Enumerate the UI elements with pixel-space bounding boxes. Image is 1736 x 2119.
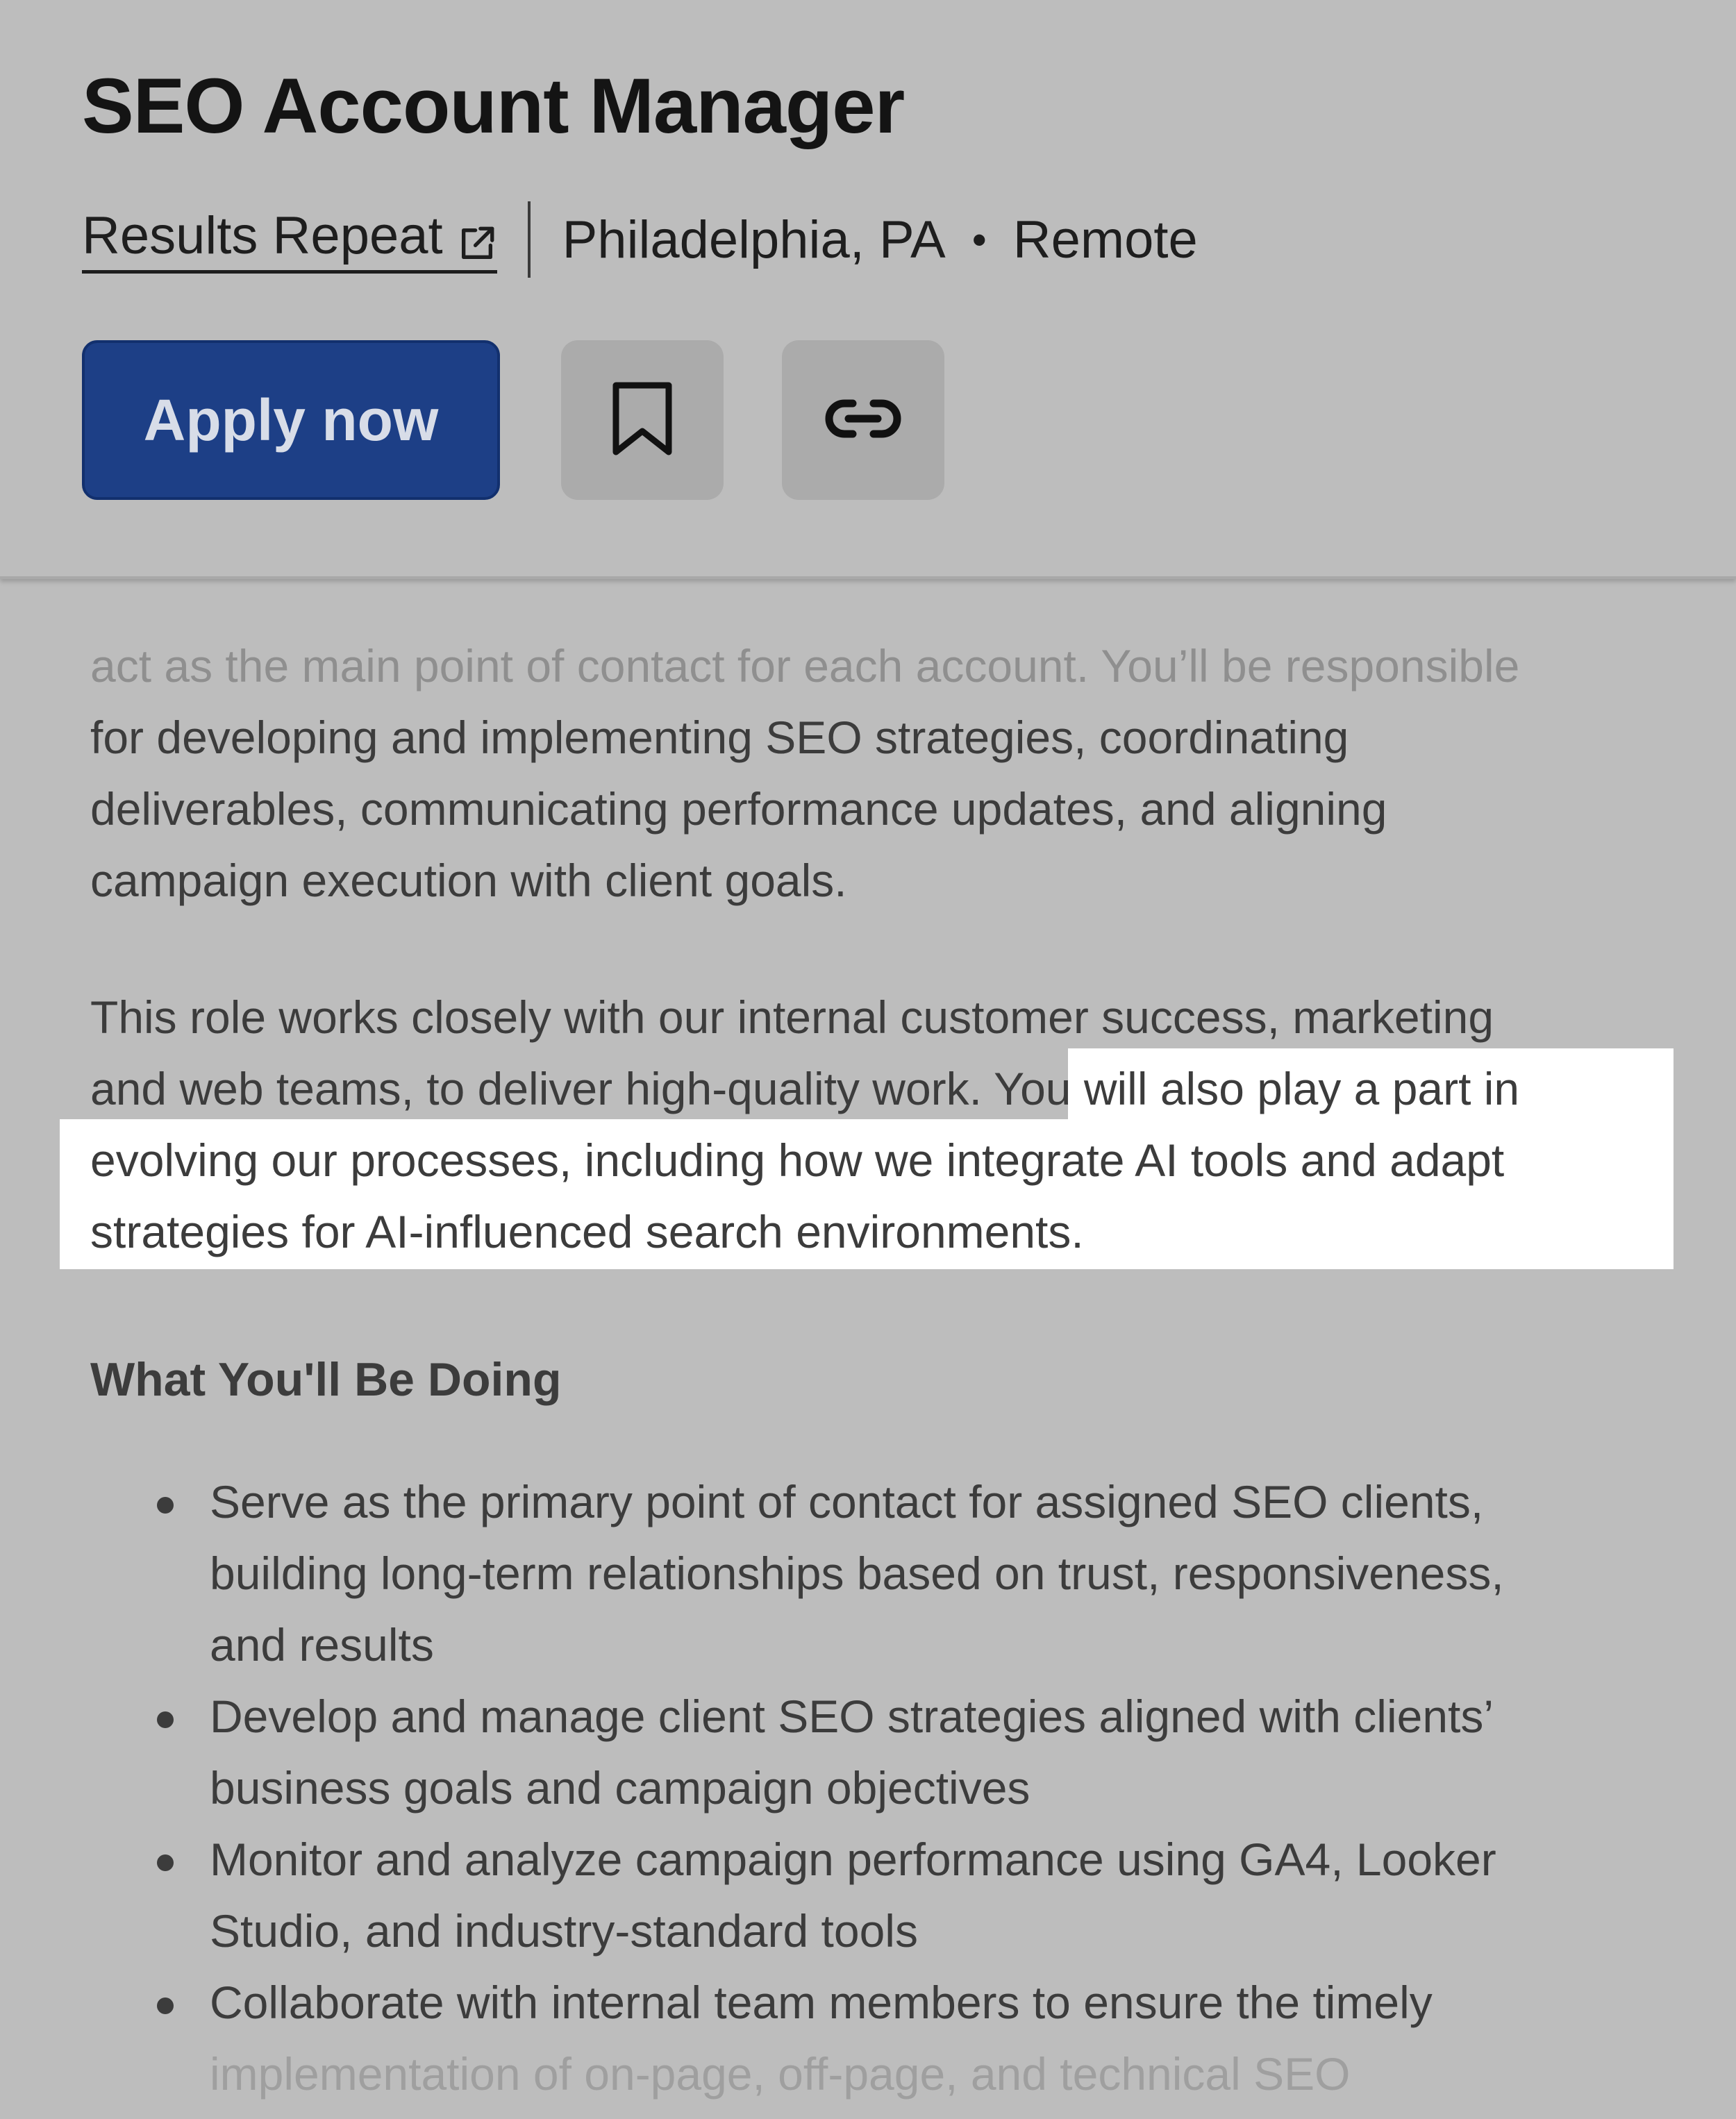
description-intro: act as the main point of contact for eac… (90, 630, 1674, 916)
bookmark-icon (610, 381, 674, 460)
copy-link-button[interactable] (782, 340, 944, 500)
intro-line: campaign execution with client goals. (90, 855, 847, 906)
description-role: This role works closely with our interna… (90, 982, 1674, 1268)
job-location: Philadelphia, PA (562, 210, 946, 269)
job-title: SEO Account Manager (82, 62, 905, 149)
list-item: Collaborate with internal team members t… (90, 1967, 1674, 2110)
responsibilities-list: Serve as the primary point of contact fo… (90, 1466, 1674, 2110)
highlighted-text: strategies for AI-influenced search envi… (90, 1206, 1084, 1257)
role-line: This role works closely with our interna… (90, 991, 1494, 1043)
role-line: and web teams, to deliver high-quality w… (90, 1063, 1520, 1114)
list-item: Develop and manage client SEO strategies… (90, 1681, 1674, 1824)
link-icon (825, 396, 901, 444)
intro-line: for developing and implementing SEO stra… (90, 712, 1349, 763)
meta-separator: • (971, 216, 987, 263)
intro-line: deliverables, communicating performance … (90, 783, 1387, 835)
meta-divider (527, 201, 531, 278)
external-link-icon (457, 216, 497, 259)
job-meta-row: Results Repeat Philadelphia, PA • Remote (82, 201, 1198, 278)
company-name: Results Repeat (82, 206, 443, 265)
intro-line-faded: act as the main point of contact for eac… (90, 640, 1520, 692)
role-line: strategies for AI-influenced search envi… (90, 1196, 1674, 1268)
list-item: Monitor and analyze campaign performance… (90, 1824, 1674, 1967)
save-job-button[interactable] (561, 340, 724, 500)
apply-now-button[interactable]: Apply now (82, 340, 500, 500)
role-line: evolving our processes, including how we… (90, 1125, 1674, 1196)
job-work-type: Remote (1012, 210, 1198, 269)
company-link[interactable]: Results Repeat (82, 206, 497, 274)
highlighted-text: You will also play a part in (994, 1063, 1520, 1114)
highlighted-text: evolving our processes, including how we… (90, 1134, 1505, 1186)
list-item: Serve as the primary point of contact fo… (90, 1466, 1674, 1681)
section-heading: What You'll Be Doing (90, 1353, 562, 1406)
job-header: SEO Account Manager Results Repeat Phila… (0, 0, 1736, 579)
